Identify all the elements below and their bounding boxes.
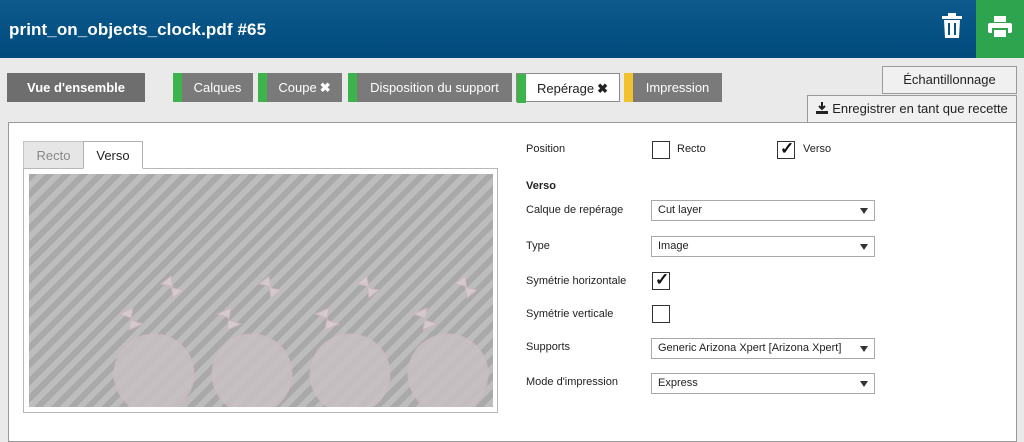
supports-select[interactable]: Generic Arizona Xpert [Arizona Xpert] (651, 338, 875, 359)
check-icon: ✓ (780, 139, 795, 158)
close-icon[interactable]: ✖ (320, 80, 331, 95)
recto-checkbox[interactable] (652, 141, 670, 159)
tab-overview-label: Vue d'ensemble (27, 80, 125, 95)
tab-reperage-label: Repérage (536, 81, 595, 96)
calque-select[interactable]: Cut layer (651, 200, 875, 221)
mode-value: Express (658, 377, 698, 389)
type-value: Image (658, 240, 689, 252)
tab-impression-label: Impression (645, 80, 710, 95)
section-title: Verso (526, 180, 556, 192)
position-label: Position (526, 143, 566, 155)
sym-v-label: Symétrie verticale (526, 308, 614, 320)
calque-label: Calque de repérage (526, 204, 624, 216)
supports-label: Supports (526, 341, 571, 353)
document-title: print_on_objects_clock.pdf #65 (9, 20, 267, 39)
verso-checkbox[interactable]: ✓ (777, 139, 795, 159)
tab-overview[interactable]: Vue d'ensemble (7, 73, 145, 102)
print-icon (988, 16, 1012, 38)
tab-coupe-label: Coupe (278, 80, 317, 95)
save-recipe-label: Enregistrer en tant que recette (832, 101, 1008, 116)
status-strip (173, 73, 182, 102)
tab-calques[interactable]: Calques (173, 73, 253, 102)
status-strip (624, 73, 633, 102)
status-strip (517, 74, 526, 103)
tab-disposition[interactable]: Disposition du support (348, 73, 512, 102)
supports-value: Generic Arizona Xpert [Arizona Xpert] (658, 342, 842, 354)
sym-h-label: Symétrie horizontale (526, 275, 627, 287)
tab-coupe[interactable]: Coupe ✖ (258, 73, 342, 102)
preview-frame (23, 168, 498, 413)
print-button[interactable] (976, 0, 1024, 58)
check-icon: ✓ (655, 270, 670, 289)
download-icon (816, 102, 829, 114)
tab-calques-label: Calques (193, 80, 242, 95)
chevron-down-icon (860, 346, 868, 352)
clock-artwork (113, 275, 489, 407)
status-strip (258, 73, 267, 102)
calque-value: Cut layer (658, 204, 703, 216)
mode-select[interactable]: Express (651, 373, 875, 394)
chevron-down-icon (860, 208, 868, 214)
sample-button[interactable]: Échantillonnage (882, 66, 1017, 94)
tab-recto[interactable]: Recto (23, 141, 84, 169)
recto-label: Recto (677, 143, 706, 155)
save-recipe-button[interactable]: Enregistrer en tant que recette (807, 95, 1017, 123)
sym-v-checkbox[interactable] (652, 305, 670, 323)
tab-impression[interactable]: Impression (624, 73, 722, 102)
mode-label: Mode d'impression (526, 376, 618, 388)
type-select[interactable]: Image (651, 236, 875, 257)
close-icon[interactable]: ✖ (597, 81, 608, 96)
tab-verso[interactable]: Verso (83, 141, 143, 169)
preview-image (29, 174, 493, 407)
sym-h-checkbox[interactable]: ✓ (652, 270, 670, 290)
status-strip (348, 73, 357, 102)
chevron-down-icon (860, 244, 868, 250)
tab-disposition-label: Disposition du support (370, 80, 499, 95)
type-label: Type (526, 240, 550, 252)
chevron-down-icon (860, 381, 868, 387)
tab-reperage[interactable]: Repérage ✖ (516, 73, 620, 103)
verso-label: Verso (803, 143, 832, 155)
trash-icon[interactable] (941, 13, 963, 39)
header-bar: print_on_objects_clock.pdf #65 (0, 0, 1024, 58)
